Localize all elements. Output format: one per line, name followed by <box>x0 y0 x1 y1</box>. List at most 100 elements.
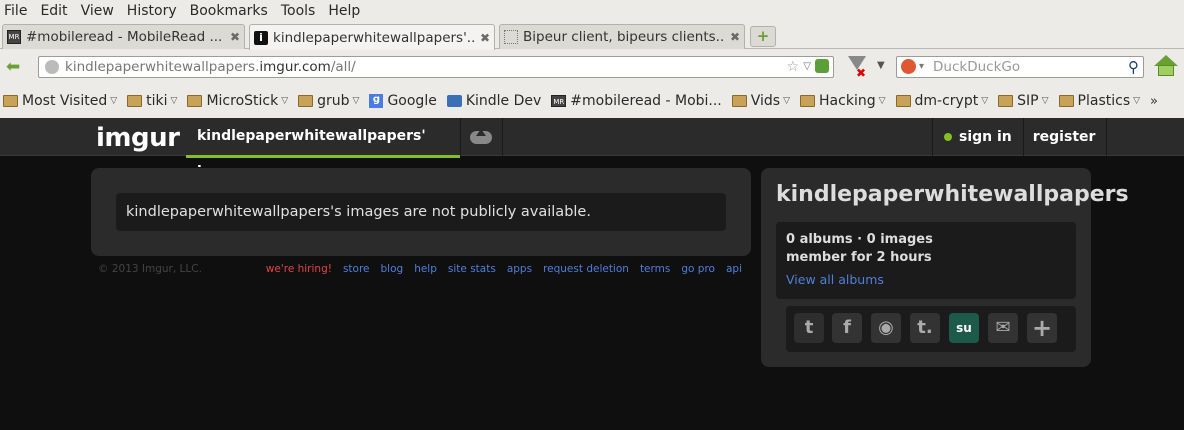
url-suffix: /all/ <box>330 59 356 75</box>
view-all-albums-link[interactable]: View all albums <box>786 271 1066 289</box>
chevron-down-icon: ▽ <box>1133 96 1141 106</box>
footer-link-terms[interactable]: terms <box>640 263 670 275</box>
menu-help[interactable]: Help <box>328 3 360 19</box>
folder-icon <box>998 95 1014 107</box>
bookmark-mobileread[interactable]: MR #mobileread - Mobi... <box>551 93 722 109</box>
menu-tools[interactable]: Tools <box>281 3 316 19</box>
more-bookmarks-button[interactable]: » <box>1150 94 1158 109</box>
info-icon: i <box>254 30 268 45</box>
chevron-down-icon: ▽ <box>878 96 886 106</box>
twitter-icon[interactable]: t <box>794 313 824 343</box>
profile-username: kindlepaperwhitewallpapers <box>776 182 1129 207</box>
new-tab-button[interactable]: + <box>750 26 776 47</box>
folder-icon <box>187 95 203 107</box>
bookmark-grub[interactable]: grub ▽ <box>298 93 359 109</box>
tab-title: kindlepaperwhitewallpapers'... <box>273 29 474 46</box>
album-image-counts: 0 albums · 0 images <box>786 232 933 247</box>
bookmarks-toolbar: Most Visited ▽ tiki ▽ MicroStick ▽ grub ▽ gG… <box>0 89 1184 113</box>
footer-link-hiring[interactable]: we're hiring! <box>266 263 332 275</box>
tab-user-images[interactable]: kindlepaperwhitewallpapers' images <box>186 118 460 180</box>
upload-icon[interactable] <box>470 127 492 147</box>
footer-link-go-pro[interactable]: go pro <box>681 263 715 275</box>
folder-icon <box>127 95 143 107</box>
bookmark-star-icon[interactable]: ☆ <box>786 57 799 77</box>
search-engine-dropdown-icon[interactable]: ▾ <box>919 57 924 77</box>
download-icon[interactable]: ✖ <box>846 56 868 80</box>
not-public-message: kindlepaperwhitewallpapers's images are … <box>116 193 726 231</box>
chevron-down-icon: ▽ <box>981 96 989 106</box>
download-dropdown-icon[interactable]: ▼ <box>877 60 885 71</box>
folder-icon <box>1058 95 1074 107</box>
navigation-bar: ⬅ kindlepaperwhitewallpapers.imgur.com/a… <box>0 50 1184 84</box>
bookmark-tiki[interactable]: tiki ▽ <box>127 93 177 109</box>
footer-link-blog[interactable]: blog <box>381 263 404 275</box>
duckduckgo-icon <box>901 59 916 74</box>
bookmark-plastics[interactable]: Plastics ▽ <box>1058 93 1141 109</box>
chevron-down-icon: ▽ <box>281 96 289 106</box>
menu-edit[interactable]: Edit <box>40 3 67 19</box>
reload-icon[interactable] <box>815 59 829 73</box>
tab-bar: MR #mobileread - MobileRead ... ✖ i kind… <box>0 22 1184 50</box>
menu-bookmarks[interactable]: Bookmarks <box>190 3 268 19</box>
more-share-icon[interactable]: + <box>1027 313 1057 343</box>
folder-icon <box>298 95 314 107</box>
bookmark-vids[interactable]: Vids ▽ <box>731 93 791 109</box>
email-icon[interactable]: ✉ <box>988 313 1018 343</box>
register-link[interactable]: register <box>1033 129 1096 145</box>
online-status-icon <box>944 133 952 141</box>
reddit-icon[interactable]: ◉ <box>871 313 901 343</box>
globe-icon <box>45 60 59 74</box>
google-icon: g <box>369 94 384 108</box>
footer-link-help[interactable]: help <box>414 263 437 275</box>
folder-icon <box>895 95 911 107</box>
mobileread-icon: MR <box>551 95 567 107</box>
tab-title: #mobileread - MobileRead ... <box>26 29 223 45</box>
bookmark-microstick[interactable]: MicroStick ▽ <box>187 93 288 109</box>
folder-icon <box>731 95 747 107</box>
copyright: © 2013 Imgur, LLC. <box>98 263 202 275</box>
home-icon[interactable] <box>1154 55 1178 79</box>
profile-stats: 0 albums · 0 images member for 2 hours V… <box>776 222 1076 299</box>
menu-view[interactable]: View <box>81 3 114 19</box>
bookmark-google[interactable]: g Google <box>369 93 437 109</box>
tab-title: Bipeur client, bipeurs clients... <box>523 29 724 45</box>
tab-imgur[interactable]: i kindlepaperwhitewallpapers'... ✖ <box>249 24 495 50</box>
close-tab-icon[interactable]: ✖ <box>230 30 240 44</box>
footer-link-request-deletion[interactable]: request deletion <box>543 263 629 275</box>
footer-link-store[interactable]: store <box>343 263 370 275</box>
folder-icon <box>800 95 816 107</box>
facebook-icon[interactable]: f <box>832 313 862 343</box>
back-arrow-icon[interactable]: ⬅ <box>6 58 26 76</box>
menu-history[interactable]: History <box>127 3 177 19</box>
url-dropdown-icon[interactable]: ▽ <box>803 57 811 77</box>
search-icon[interactable]: ⚲ <box>1128 57 1139 77</box>
chevron-down-icon: ▽ <box>1041 96 1049 106</box>
bookmark-hacking[interactable]: Hacking ▽ <box>800 93 886 109</box>
bookmark-sip[interactable]: SIP ▽ <box>998 93 1049 109</box>
tumblr-icon[interactable]: t. <box>910 313 940 343</box>
search-input[interactable]: ▾ DuckDuckGo ⚲ <box>896 56 1144 78</box>
close-tab-icon[interactable]: ✖ <box>730 30 740 44</box>
imgur-logo[interactable]: imgur <box>96 123 180 153</box>
url-bar[interactable]: kindlepaperwhitewallpapers.imgur.com/all… <box>38 56 834 78</box>
footer-link-api[interactable]: api <box>726 263 742 275</box>
tab-bipeur[interactable]: Bipeur client, bipeurs clients... ✖ <box>499 24 745 49</box>
chevron-down-icon: ▽ <box>783 96 791 106</box>
folder-icon <box>3 95 18 107</box>
kindle-icon <box>446 95 462 107</box>
close-tab-icon[interactable]: ✖ <box>480 31 490 45</box>
footer: © 2013 Imgur, LLC. we're hiring! store b… <box>98 263 748 275</box>
menu-file[interactable]: File <box>4 3 27 19</box>
tab-mobileread[interactable]: MR #mobileread - MobileRead ... ✖ <box>2 24 245 49</box>
bookmark-most-visited[interactable]: Most Visited ▽ <box>3 93 117 109</box>
footer-link-apps[interactable]: apps <box>507 263 532 275</box>
account-nav: sign in register <box>932 118 1108 156</box>
bookmark-kindle-dev[interactable]: Kindle Dev <box>446 93 541 109</box>
share-bar: t f ◉ t. su ✉ + <box>786 306 1076 352</box>
member-duration: member for 2 hours <box>786 250 932 265</box>
search-placeholder: DuckDuckGo <box>933 59 1021 75</box>
sign-in-link[interactable]: sign in <box>959 129 1012 145</box>
stumbleupon-icon[interactable]: su <box>949 313 979 343</box>
bookmark-dm-crypt[interactable]: dm-crypt ▽ <box>895 93 989 109</box>
footer-link-site-stats[interactable]: site stats <box>448 263 496 275</box>
